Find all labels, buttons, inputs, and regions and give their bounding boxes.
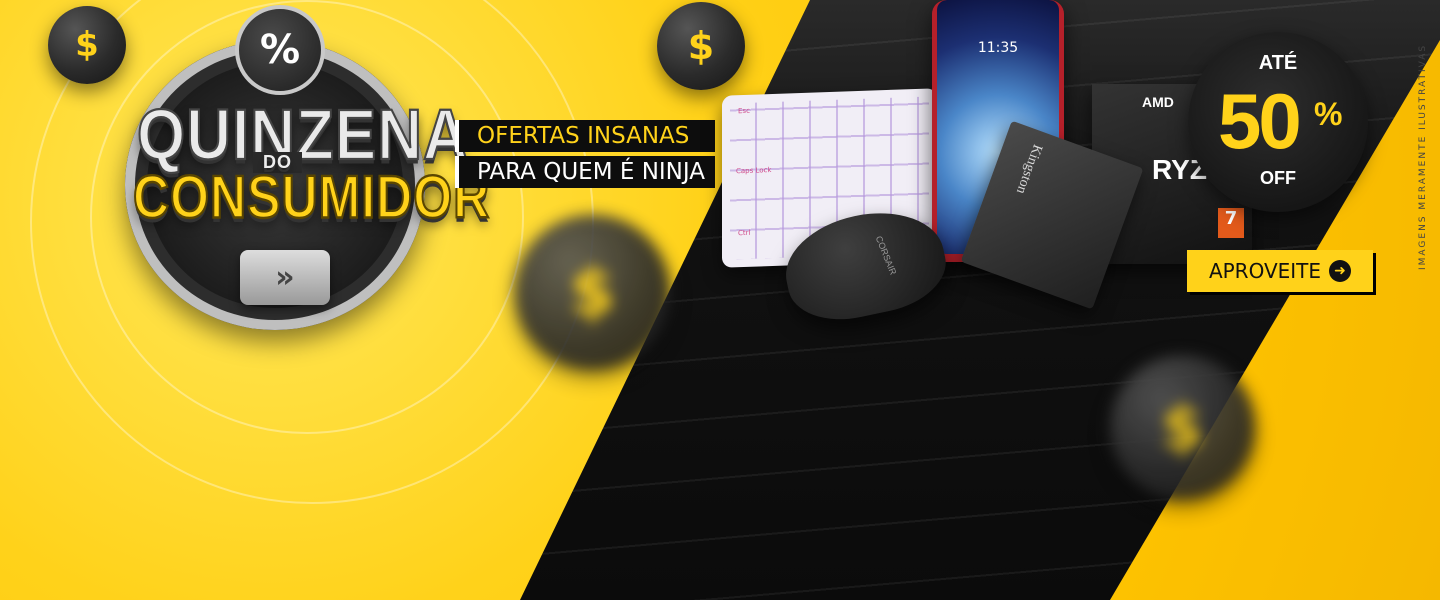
discount-prefix: ATÉ [1258, 52, 1298, 74]
discount-percent: % [1314, 96, 1343, 132]
logo-word-consumidor: CONSUMIDOR [132, 162, 491, 232]
dollar-icon: $ [570, 255, 615, 330]
promo-banner[interactable]: $ $ $ $ % QUINZENA DO CONSUMIDOR » OFERT… [0, 0, 1440, 600]
ssd-brand: Kingston [1013, 142, 1045, 196]
arrow-right-circle-icon: ➜ [1329, 260, 1352, 282]
percent-icon: % [235, 5, 325, 95]
dollar-icon: $ [75, 25, 99, 65]
campaign-logo[interactable]: % QUINZENA DO CONSUMIDOR » [105, 0, 490, 330]
key-label: Ctrl [738, 228, 751, 238]
amd-logo: AMD [1142, 94, 1174, 110]
double-chevron-icon: » [240, 250, 330, 305]
cpu-tier-badge: 7 [1218, 208, 1244, 238]
tagline: OFERTAS INSANAS PARA QUEM É NINJA [455, 120, 716, 192]
tagline-line-1: OFERTAS INSANAS [455, 120, 716, 152]
coin-icon: $ [657, 2, 745, 90]
aproveite-button[interactable]: APROVEITE ➜ [1187, 250, 1373, 292]
dollar-icon: $ [687, 24, 715, 68]
cta-label: APROVEITE [1208, 259, 1322, 283]
coin-icon-blurred: $ [1110, 355, 1255, 500]
phone-clock: 11:35 [977, 40, 1019, 56]
discount-suffix: OFF [1260, 168, 1296, 188]
key-label: Caps Lock [736, 166, 772, 176]
discount-number: 50 [1218, 77, 1302, 165]
disclaimer-text: IMAGENS MERAMENTE ILUSTRATIVAS [1418, 43, 1428, 270]
dollar-icon: $ [1161, 392, 1204, 463]
mouse-brand: CORSAIR [873, 234, 899, 277]
coin-icon-blurred: $ [515, 215, 670, 370]
tagline-line-2: PARA QUEM É NINJA [455, 156, 716, 188]
discount-badge: ATÉ 50 % OFF [1188, 32, 1368, 212]
key-label: Esc [738, 106, 750, 116]
